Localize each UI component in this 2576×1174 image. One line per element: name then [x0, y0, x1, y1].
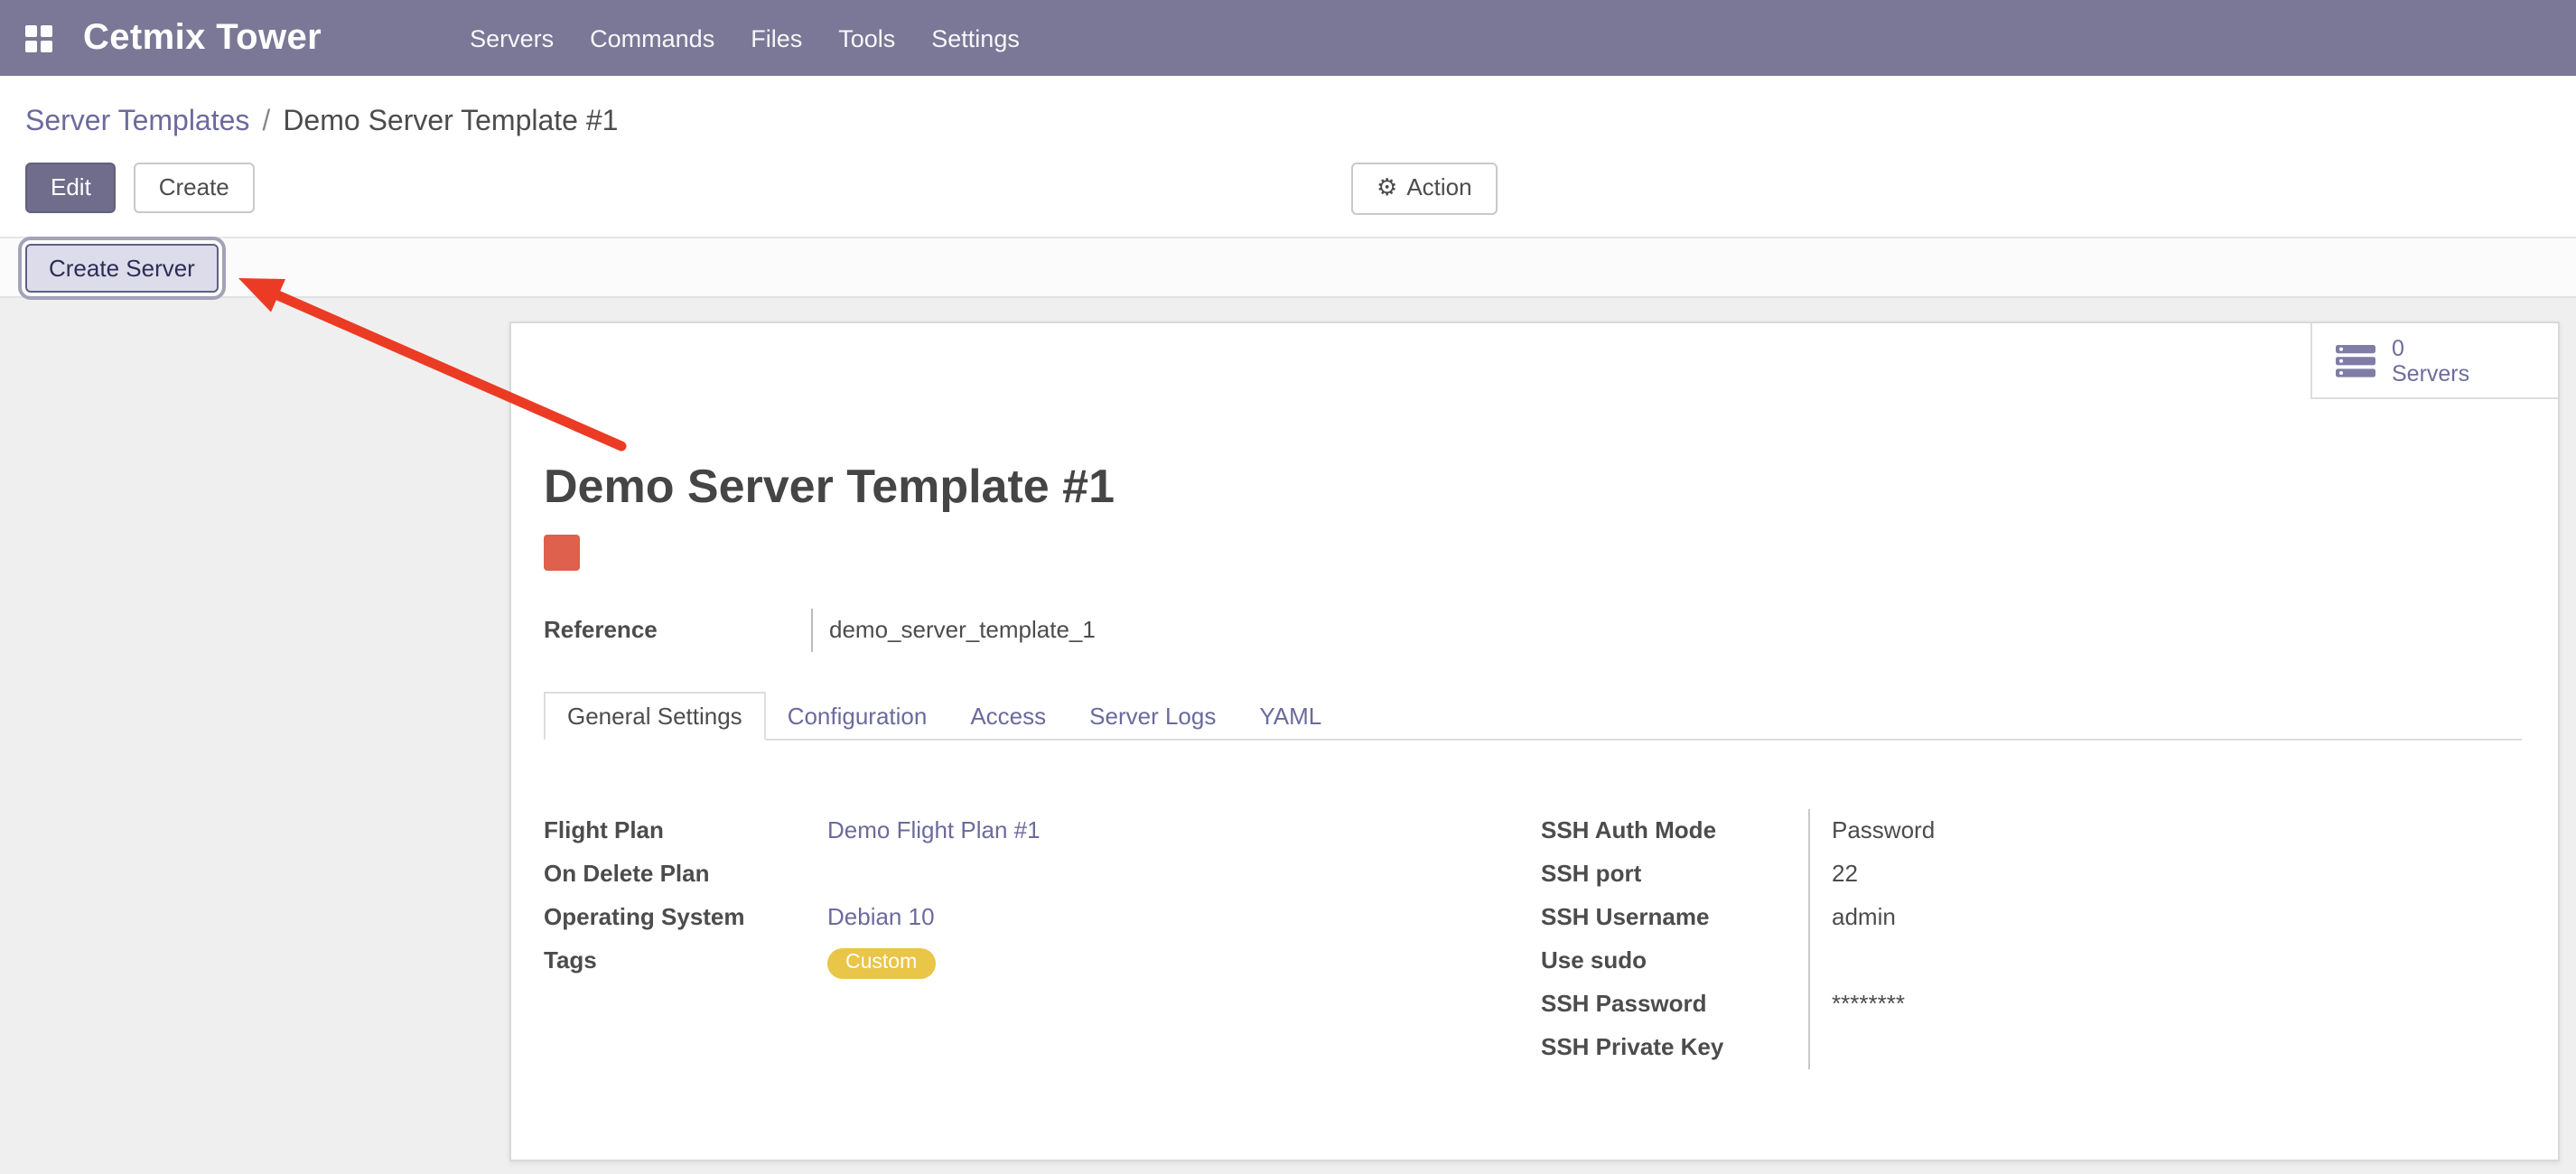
notebook-tabs: General Settings Configuration Access Se… — [544, 692, 2522, 741]
field-groups: Flight Plan Demo Flight Plan #1 On Delet… — [544, 809, 2522, 1069]
tab-yaml[interactable]: YAML — [1237, 694, 1343, 739]
on-delete-plan-label: On Delete Plan — [544, 853, 827, 896]
servers-stat-button[interactable]: 0 Servers — [2310, 323, 2558, 399]
field-row-ssh-password: SSH Password ******** — [1541, 983, 2522, 1026]
edit-button[interactable]: Edit — [25, 163, 117, 213]
top-navbar: Cetmix Tower Servers Commands Files Tool… — [0, 0, 2576, 76]
color-swatch — [544, 535, 580, 571]
page-title: Demo Server Template #1 — [544, 459, 2522, 513]
server-stack-icon — [2336, 344, 2375, 377]
ssh-auth-mode-label: SSH Auth Mode — [1541, 809, 1808, 853]
gear-icon — [1377, 175, 1397, 202]
ssh-username-label: SSH Username — [1541, 896, 1808, 939]
tags-label: Tags — [544, 939, 827, 983]
form-sheet: 0 Servers Demo Server Template #1 Refere… — [509, 321, 2560, 1161]
tab-access[interactable]: Access — [948, 694, 1068, 739]
field-row-tags: Tags Custom — [544, 939, 1541, 983]
menu-settings[interactable]: Settings — [913, 14, 1038, 62]
reference-label: Reference — [544, 609, 811, 652]
breadcrumb: Server Templates / Demo Server Template #1 — [25, 101, 2551, 144]
ssh-private-key-value — [1808, 1026, 2522, 1069]
use-sudo-value — [1808, 939, 2522, 983]
menu-commands[interactable]: Commands — [572, 14, 733, 62]
field-row-use-sudo: Use sudo — [1541, 939, 2522, 983]
tab-server-logs[interactable]: Server Logs — [1068, 694, 1237, 739]
flight-plan-label: Flight Plan — [544, 809, 827, 853]
field-row-on-delete-plan: On Delete Plan — [544, 853, 1541, 896]
form-statusbar: Create Server — [0, 238, 2576, 298]
create-server-button[interactable]: Create Server — [25, 243, 219, 292]
use-sudo-label: Use sudo — [1541, 939, 1808, 983]
ssh-private-key-label: SSH Private Key — [1541, 1026, 1808, 1069]
ssh-port-label: SSH port — [1541, 853, 1808, 896]
create-button[interactable]: Create — [134, 163, 255, 213]
tag-custom: Custom — [827, 948, 935, 979]
action-button[interactable]: Action — [1351, 163, 1498, 215]
operating-system-label: Operating System — [544, 896, 827, 939]
breadcrumb-current: Demo Server Template #1 — [283, 107, 618, 137]
control-panel: Server Templates / Demo Server Template #1… — [0, 76, 2576, 238]
field-group-left: Flight Plan Demo Flight Plan #1 On Delet… — [544, 809, 1541, 1069]
ssh-port-value: 22 — [1808, 853, 2522, 896]
servers-stat-label: Servers — [2392, 360, 2469, 386]
sheet-body: Demo Server Template #1 Reference demo_s… — [511, 459, 2558, 1069]
flight-plan-link[interactable]: Demo Flight Plan #1 — [827, 816, 1041, 843]
field-group-right: SSH Auth Mode Password SSH port 22 SSH U… — [1541, 809, 2522, 1069]
menu-servers[interactable]: Servers — [452, 14, 572, 62]
action-button-label: Action — [1406, 173, 1471, 200]
reference-row: Reference demo_server_template_1 — [544, 609, 2522, 652]
field-row-ssh-private-key: SSH Private Key — [1541, 1026, 2522, 1069]
form-view: 0 Servers Demo Server Template #1 Refere… — [0, 298, 2576, 1174]
breadcrumb-link-server-templates[interactable]: Server Templates — [25, 107, 249, 137]
app-window: Cetmix Tower Servers Commands Files Tool… — [0, 0, 2576, 1174]
servers-stat-count: 0 — [2392, 335, 2469, 360]
field-row-flight-plan: Flight Plan Demo Flight Plan #1 — [544, 809, 1541, 853]
field-row-ssh-port: SSH port 22 — [1541, 853, 2522, 896]
ssh-auth-mode-value: Password — [1808, 809, 2522, 853]
ssh-username-value: admin — [1808, 896, 2522, 939]
main-menu: Servers Commands Files Tools Settings — [452, 14, 1038, 62]
field-row-ssh-username: SSH Username admin — [1541, 896, 2522, 939]
menu-files[interactable]: Files — [733, 14, 820, 62]
ssh-password-value: ******** — [1808, 983, 2522, 1026]
reference-value: demo_server_template_1 — [811, 609, 1096, 652]
menu-tools[interactable]: Tools — [820, 14, 913, 62]
field-row-operating-system: Operating System Debian 10 — [544, 896, 1541, 939]
servers-stat-text: 0 Servers — [2392, 335, 2469, 386]
apps-grid-icon[interactable] — [25, 24, 52, 51]
field-row-ssh-auth-mode: SSH Auth Mode Password — [1541, 809, 2522, 853]
operating-system-link[interactable]: Debian 10 — [827, 903, 935, 930]
tab-configuration[interactable]: Configuration — [766, 694, 949, 739]
app-brand[interactable]: Cetmix Tower — [83, 17, 322, 59]
control-panel-buttons: Edit Create Action — [25, 163, 2551, 213]
ssh-password-label: SSH Password — [1541, 983, 1808, 1026]
tab-general-settings[interactable]: General Settings — [544, 692, 766, 741]
breadcrumb-separator: / — [262, 107, 270, 137]
